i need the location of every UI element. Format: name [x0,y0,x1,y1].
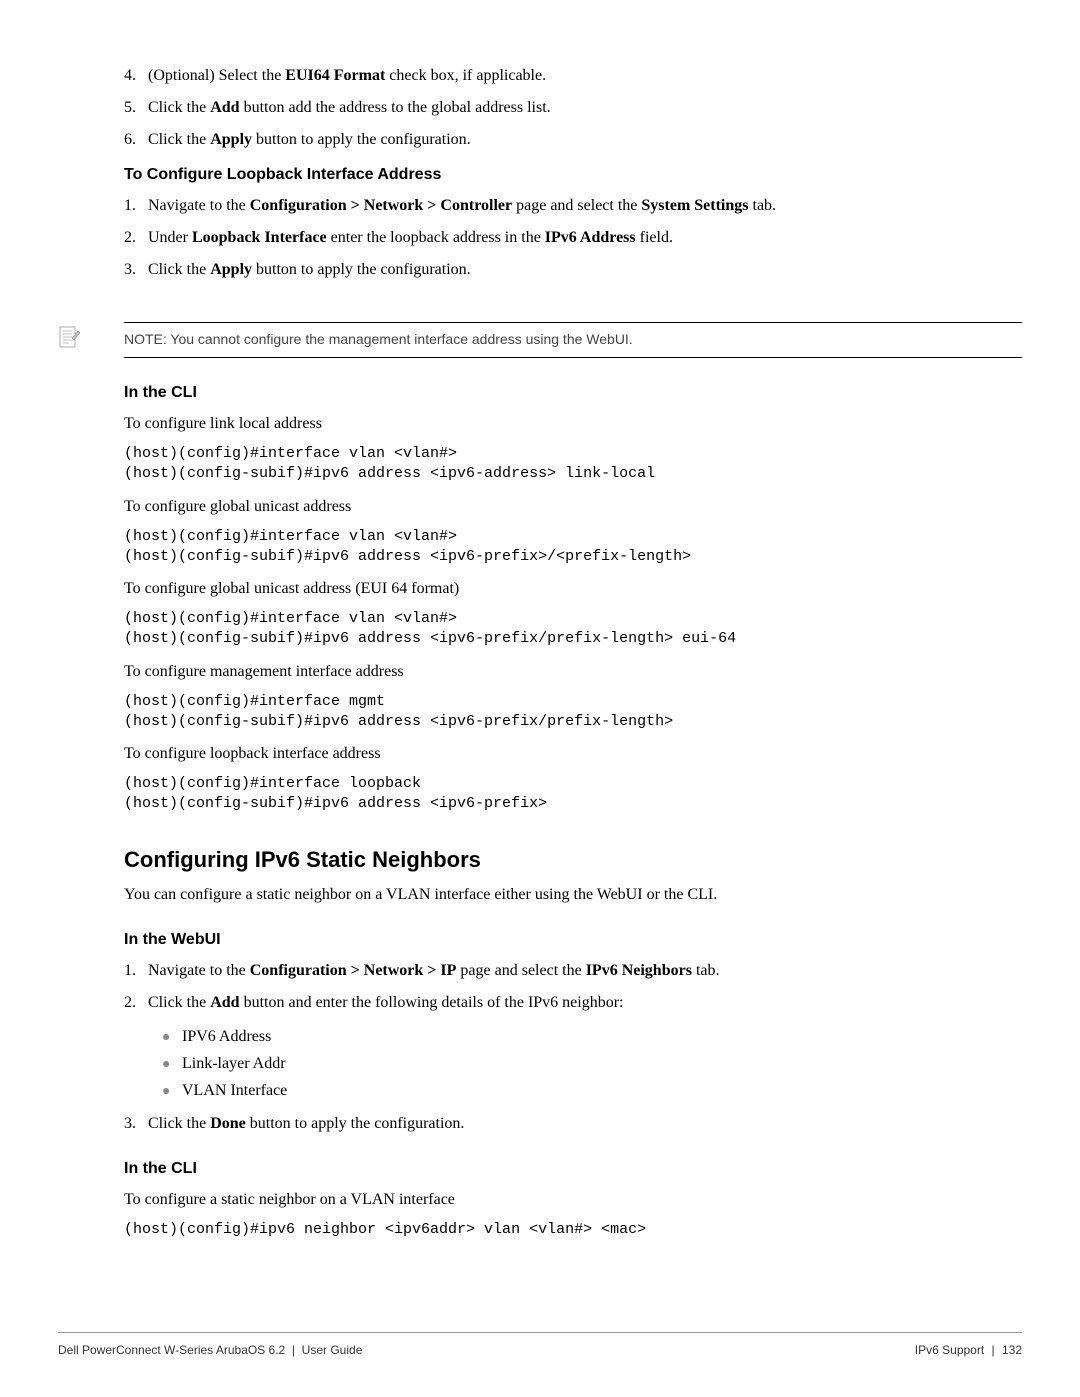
list-item: 6.Click the Apply button to apply the co… [124,128,1022,152]
cli-code: (host)(config)#interface mgmt (host)(con… [124,692,1022,733]
bullet-list: ●IPV6 Address●Link-layer Addr●VLAN Inter… [162,1023,1022,1105]
list-item: 3.Click the Done button to apply the con… [124,1112,1022,1136]
note-text: NOTE: You cannot configure the managemen… [124,322,1022,358]
page-content: 4.(Optional) Select the EUI64 Format che… [0,0,1080,1240]
cli-code: (host)(config)#interface loopback (host)… [124,774,1022,815]
list-item: 2.Under Loopback Interface enter the loo… [124,226,1022,250]
list-item: 2.Click the Add button and enter the fol… [124,991,1022,1015]
section-heading: Configuring IPv6 Static Neighbors [124,847,1022,873]
cli-desc: To configure management interface addres… [124,660,1022,684]
cli-heading-2: In the CLI [124,1160,1022,1178]
bullet-item: ●VLAN Interface [162,1077,1022,1104]
page-footer: Dell PowerConnect W-Series ArubaOS 6.2 |… [58,1332,1022,1357]
footer-right: IPv6 Support | 132 [915,1343,1022,1357]
loopback-ordered-list: 1.Navigate to the Configuration > Networ… [124,194,1022,282]
bullet-item: ●Link-layer Addr [162,1050,1022,1077]
cli-code: (host)(config)#interface vlan <vlan#> (h… [124,444,1022,485]
section-intro: You can configure a static neighbor on a… [124,883,1022,907]
cli-heading-1: In the CLI [124,384,1022,402]
list-item: 4.(Optional) Select the EUI64 Format che… [124,64,1022,88]
cli-desc: To configure global unicast address (EUI… [124,577,1022,601]
webui-ordered-list: 1.Navigate to the Configuration > Networ… [124,959,1022,1137]
cli-desc: To configure global unicast address [124,495,1022,519]
cli-code: (host)(config)#interface vlan <vlan#> (h… [124,609,1022,650]
cli2-code: (host)(config)#ipv6 neighbor <ipv6addr> … [124,1220,1022,1240]
list-item: 5.Click the Add button add the address t… [124,96,1022,120]
cli-desc: To configure link local address [124,412,1022,436]
bullet-item: ●IPV6 Address [162,1023,1022,1050]
loopback-heading: To Configure Loopback Interface Address [124,166,1022,184]
cli2-desc: To configure a static neighbor on a VLAN… [124,1188,1022,1212]
footer-left: Dell PowerConnect W-Series ArubaOS 6.2 |… [58,1343,362,1357]
top-ordered-list: 4.(Optional) Select the EUI64 Format che… [124,64,1022,152]
note-icon [56,324,82,350]
cli-desc: To configure loopback interface address [124,742,1022,766]
note-container: NOTE: You cannot configure the managemen… [124,322,1022,358]
webui-heading: In the WebUI [124,931,1022,949]
list-item: 1.Navigate to the Configuration > Networ… [124,194,1022,218]
cli-block-1: To configure link local address (host)(co… [124,412,1022,815]
list-item: 1.Navigate to the Configuration > Networ… [124,959,1022,983]
cli-code: (host)(config)#interface vlan <vlan#> (h… [124,527,1022,568]
list-item: 3.Click the Apply button to apply the co… [124,258,1022,282]
